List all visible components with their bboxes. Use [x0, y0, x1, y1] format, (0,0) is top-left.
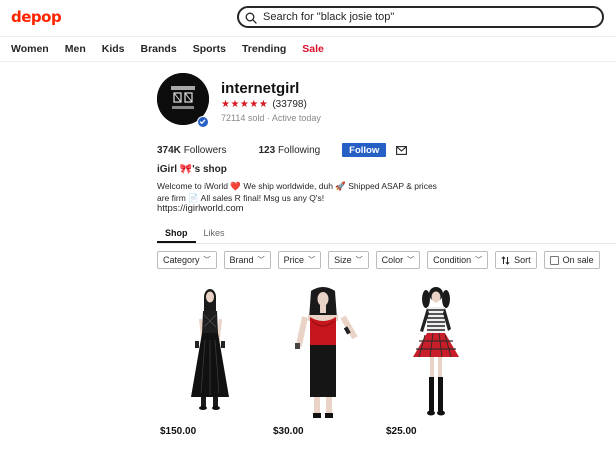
following[interactable]: 123 Following [258, 145, 320, 156]
nav-item-brands[interactable]: Brands [141, 43, 177, 55]
filter-brand[interactable]: Brand ﹀ [223, 251, 271, 269]
followers-count: 374K [157, 144, 181, 156]
on-sale-label: On sale [562, 255, 594, 265]
following-label: Following [277, 144, 321, 156]
verified-badge-icon [197, 116, 209, 128]
sort-button[interactable]: Sort [495, 251, 537, 269]
filter-color[interactable]: Color ﹀ [375, 251, 421, 269]
username: internetgirl [221, 80, 300, 97]
sort-icon [501, 255, 510, 265]
top-bar: depop [0, 0, 616, 34]
shop-link[interactable]: https://igirlworld.com [157, 203, 244, 214]
category-nav: Women Men Kids Brands Sports Trending Sa… [0, 36, 616, 62]
following-count: 123 [258, 144, 276, 156]
checkbox-icon[interactable] [549, 255, 559, 265]
product-photo-red-top-black-skirt [295, 287, 358, 418]
product-price: $30.00 [273, 426, 304, 437]
filter-color-label: Color [381, 255, 404, 265]
search-icon [245, 11, 257, 24]
nav-item-sports[interactable]: Sports [193, 43, 226, 55]
filter-size[interactable]: Size ﹀ [328, 251, 369, 269]
stars-icon: ★★★★★ [221, 99, 269, 110]
followers[interactable]: 374K Followers [157, 145, 226, 156]
sort-label: Sort [514, 255, 531, 265]
shop-name: iGirl 🎀's shop [157, 164, 227, 175]
filter-condition[interactable]: Condition ﹀ [427, 251, 489, 269]
filter-category[interactable]: Category ﹀ [157, 251, 217, 269]
filter-category-label: Category [163, 255, 200, 265]
message-icon[interactable] [396, 145, 408, 155]
filter-price[interactable]: Price ﹀ [277, 251, 322, 269]
nav-item-kids[interactable]: Kids [102, 43, 125, 55]
tab-shop[interactable]: Shop [157, 226, 196, 243]
rating[interactable]: ★★★★★ (33798) [221, 99, 307, 110]
product-price: $25.00 [386, 426, 417, 437]
chevron-down-icon: ﹀ [308, 257, 316, 264]
product-card-image[interactable] [270, 285, 374, 423]
nav-item-sale[interactable]: Sale [302, 43, 324, 55]
nav-item-trending[interactable]: Trending [242, 43, 286, 55]
profile-tabs: Shop Likes [157, 226, 616, 244]
product-card-image[interactable] [157, 285, 261, 423]
on-sale-toggle[interactable]: On sale [543, 251, 600, 269]
chevron-down-icon: ﹀ [355, 257, 363, 264]
product-photo-black-dress [191, 289, 229, 410]
filter-brand-label: Brand [229, 255, 254, 265]
chevron-down-icon: ﹀ [407, 257, 415, 264]
chevron-down-icon: ﹀ [257, 257, 265, 264]
depop-logo[interactable]: depop [11, 8, 62, 26]
product-card-image[interactable] [383, 285, 487, 423]
filter-price-label: Price [283, 255, 305, 265]
followers-label: Followers [183, 144, 227, 156]
nav-item-men[interactable]: Men [65, 43, 86, 55]
filter-condition-label: Condition [433, 255, 472, 265]
chevron-down-icon: ﹀ [475, 257, 483, 264]
filter-bar: Category ﹀ Brand ﹀ Price ﹀ Size ﹀ Color ﹀ Con… [157, 251, 600, 269]
search-bar[interactable] [237, 6, 604, 28]
rating-count: (33798) [272, 99, 307, 110]
shop-bio: Welcome to iWorld ❤️ We ship worldwide, … [157, 181, 437, 203]
filter-size-label: Size [334, 255, 352, 265]
product-photo-plaid-skirt [413, 287, 459, 416]
nav-item-women[interactable]: Women [11, 43, 49, 55]
profile-stats: 374K Followers 123 Following Follow [157, 143, 408, 157]
product-price: $150.00 [160, 426, 197, 437]
chevron-down-icon: ﹀ [203, 257, 211, 264]
sold-status: 72114 sold · Active today [221, 113, 321, 123]
follow-button[interactable]: Follow [342, 143, 387, 157]
tab-likes[interactable]: Likes [196, 226, 233, 243]
search-input[interactable] [263, 11, 583, 23]
